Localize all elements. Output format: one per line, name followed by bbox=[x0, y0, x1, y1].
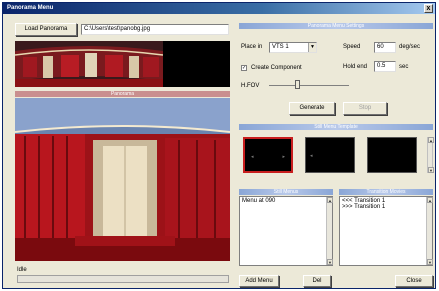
settings-header: Panorama Menu Settings bbox=[239, 23, 433, 29]
still-menus-list[interactable]: Menu at 090 ▲ ▼ bbox=[239, 196, 333, 266]
stop-button[interactable]: Stop bbox=[343, 102, 387, 115]
scroll-up-icon[interactable]: ▲ bbox=[427, 197, 433, 203]
chevron-down-icon[interactable]: ▼ bbox=[308, 43, 316, 52]
create-component-label: Create Component bbox=[251, 65, 302, 71]
panorama-strip-image bbox=[15, 41, 230, 87]
speed-unit: deg/sec bbox=[399, 44, 421, 50]
panorama-menu-window: Panorama Menu x Load Panorama C:\Users\t… bbox=[2, 2, 436, 289]
place-in-value: VTS 1 bbox=[272, 44, 289, 50]
place-in-dropdown[interactable]: VTS 1 ▼ bbox=[269, 42, 317, 53]
hold-end-field[interactable]: 0.5 bbox=[374, 61, 396, 72]
hold-end-unit: sec bbox=[399, 64, 409, 70]
transition-movies-scrollbar[interactable]: ▲ ▼ bbox=[426, 197, 433, 265]
templates-header: Still Menu Template bbox=[239, 124, 433, 130]
left-arrow-icon: ◂ bbox=[310, 153, 313, 159]
template-thumbnail-1[interactable]: ◂ ▸ bbox=[243, 137, 293, 173]
template-thumbnail-3[interactable] bbox=[367, 137, 417, 173]
generate-button[interactable]: Generate bbox=[289, 102, 335, 115]
place-in-label: Place in bbox=[241, 44, 263, 50]
transition-movies-header: Transition Movies bbox=[339, 189, 433, 195]
still-menus-scrollbar[interactable]: ▲ ▼ bbox=[326, 197, 333, 265]
create-component-checkbox[interactable]: ✓ bbox=[241, 65, 247, 71]
scroll-down-icon[interactable]: ▼ bbox=[327, 259, 333, 265]
window-title: Panorama Menu bbox=[7, 5, 54, 11]
still-menus-header: Still Menus bbox=[239, 189, 333, 195]
speed-field[interactable]: 60 bbox=[374, 42, 396, 53]
scroll-up-icon[interactable]: ▲ bbox=[327, 197, 333, 203]
delete-menu-button[interactable]: Del bbox=[303, 275, 331, 287]
panorama-preview-header: Panorama bbox=[15, 91, 230, 97]
close-button[interactable]: Close bbox=[395, 275, 433, 287]
hold-end-label: Hold end bbox=[343, 64, 368, 70]
hfov-slider-handle[interactable] bbox=[295, 80, 300, 89]
scroll-up-icon[interactable]: ▲ bbox=[428, 137, 434, 143]
add-menu-button[interactable]: Add Menu bbox=[239, 275, 279, 287]
right-arrow-icon: ▸ bbox=[282, 154, 285, 160]
hfov-slider-track[interactable] bbox=[269, 85, 349, 86]
panorama-preview-image bbox=[15, 98, 230, 261]
check-icon: ✓ bbox=[242, 65, 247, 71]
scroll-down-icon[interactable]: ▼ bbox=[428, 167, 434, 173]
transition-movies-list[interactable]: <<< Transition 1 >>> Transition 1 ▲ ▼ bbox=[339, 196, 433, 266]
left-arrow-icon: ◂ bbox=[251, 154, 254, 160]
speed-label: Speed bbox=[343, 44, 361, 50]
template-thumbnail-2[interactable]: ◂ bbox=[305, 137, 355, 173]
scroll-down-icon[interactable]: ▼ bbox=[427, 259, 433, 265]
hfov-label: H.FOV bbox=[241, 83, 260, 89]
list-item[interactable]: >>> Transition 1 bbox=[342, 204, 430, 210]
file-path-field[interactable]: C:\Users\test\panobg.jpg bbox=[81, 24, 229, 35]
template-scrollbar[interactable]: ▲ ▼ bbox=[427, 137, 434, 173]
list-item[interactable]: Menu at 090 bbox=[242, 198, 330, 204]
template-gallery: ◂ ▸ ◂ ▲ ▼ bbox=[239, 131, 434, 189]
close-window-button[interactable]: x bbox=[424, 4, 433, 13]
progress-bar bbox=[17, 275, 229, 283]
title-bar: Panorama Menu x bbox=[3, 3, 435, 14]
load-panorama-button[interactable]: Load Panorama bbox=[15, 23, 77, 36]
status-text: Idle bbox=[17, 267, 27, 273]
